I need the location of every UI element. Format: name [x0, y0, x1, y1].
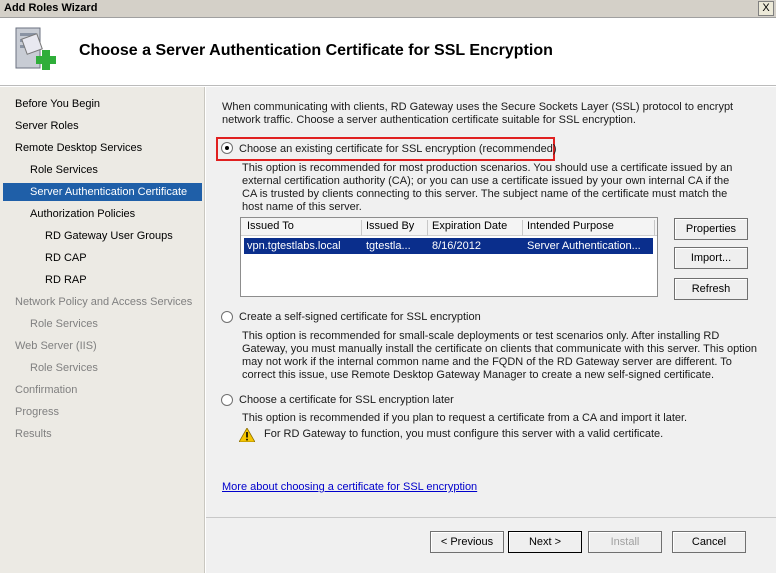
nav-item-authorization-policies[interactable]: Authorization Policies: [30, 205, 135, 223]
page-title: Choose a Server Authentication Certifica…: [79, 42, 553, 59]
server-add-icon: [15, 27, 56, 70]
existing-cert-radio[interactable]: [221, 142, 233, 154]
cert-later-label[interactable]: Choose a certificate for SSL encryption …: [239, 394, 454, 407]
wizard-nav: Before You Begin Server Roles Remote Des…: [0, 87, 205, 573]
nav-item-rd-gateway-user-groups[interactable]: RD Gateway User Groups: [45, 227, 173, 245]
cert-later-description: This option is recommended if you plan t…: [242, 412, 688, 424]
refresh-button[interactable]: Refresh: [674, 278, 748, 300]
nav-item-confirmation: Confirmation: [15, 384, 78, 396]
nav-item-before-you-begin[interactable]: Before You Begin: [15, 95, 100, 113]
nav-item-server-authentication-certificate[interactable]: Server Authentication Certificate: [3, 183, 202, 201]
nav-item-server-roles[interactable]: Server Roles: [15, 117, 79, 135]
self-signed-cert-label[interactable]: Create a self-signed certificate for SSL…: [239, 311, 481, 324]
cert-later-warning: For RD Gateway to function, you must con…: [264, 428, 664, 440]
title-bar: Add Roles Wizard X: [0, 0, 776, 18]
window-title: Add Roles Wizard: [4, 2, 98, 14]
existing-cert-description: This option is recommended for most prod…: [242, 162, 733, 213]
cert-later-radio[interactable]: [221, 394, 233, 406]
existing-cert-label[interactable]: Choose an existing certificate for SSL e…: [239, 143, 557, 156]
import-button[interactable]: Import...: [674, 247, 748, 269]
column-issued-to[interactable]: Issued To: [243, 220, 362, 236]
nav-item-network-policy: Network Policy and Access Services: [15, 296, 193, 308]
nav-item-role-services[interactable]: Role Services: [30, 161, 98, 179]
cell-expiration-date: 8/16/2012: [432, 240, 481, 252]
cell-intended-purpose: Server Authentication...: [527, 240, 641, 252]
certificate-list[interactable]: Issued To Issued By Expiration Date Inte…: [240, 217, 658, 297]
self-signed-cert-radio[interactable]: [221, 311, 233, 323]
column-intended-purpose[interactable]: Intended Purpose: [523, 220, 655, 236]
table-row[interactable]: vpn.tgtestlabs.local tgtestla... 8/16/20…: [244, 238, 653, 254]
cancel-button[interactable]: Cancel: [672, 531, 746, 553]
wizard-footer: < Previous Next > Install Cancel: [206, 517, 776, 573]
next-button[interactable]: Next >: [508, 531, 582, 553]
cell-issued-to: vpn.tgtestlabs.local: [247, 240, 341, 252]
nav-item-remote-desktop-services[interactable]: Remote Desktop Services: [15, 139, 142, 157]
nav-item-results: Results: [15, 428, 52, 440]
nav-item-web-server: Web Server (IIS): [15, 340, 97, 352]
column-expiration-date[interactable]: Expiration Date: [428, 220, 523, 236]
nav-item-rd-rap[interactable]: RD RAP: [45, 271, 87, 289]
cell-issued-by: tgtestla...: [366, 240, 411, 252]
close-button[interactable]: X: [758, 1, 774, 16]
properties-button[interactable]: Properties: [674, 218, 748, 240]
self-signed-cert-description: This option is recommended for small-sca…: [242, 330, 757, 381]
nav-item-iis-role-services: Role Services: [30, 362, 98, 374]
nav-item-rd-cap[interactable]: RD CAP: [45, 249, 87, 267]
intro-text: When communicating with clients, RD Gate…: [222, 101, 734, 126]
column-issued-by[interactable]: Issued By: [362, 220, 428, 236]
more-info-link[interactable]: More about choosing a certificate for SS…: [222, 481, 477, 493]
content-panel: When communicating with clients, RD Gate…: [206, 87, 776, 517]
warning-icon: [239, 428, 255, 442]
certificate-list-header: Issued To Issued By Expiration Date Inte…: [241, 218, 657, 236]
nav-item-progress: Progress: [15, 406, 60, 418]
nav-item-npas-role-services: Role Services: [30, 318, 98, 330]
install-button: Install: [588, 531, 662, 553]
previous-button[interactable]: < Previous: [430, 531, 504, 553]
wizard-header: Choose a Server Authentication Certifica…: [0, 18, 776, 86]
